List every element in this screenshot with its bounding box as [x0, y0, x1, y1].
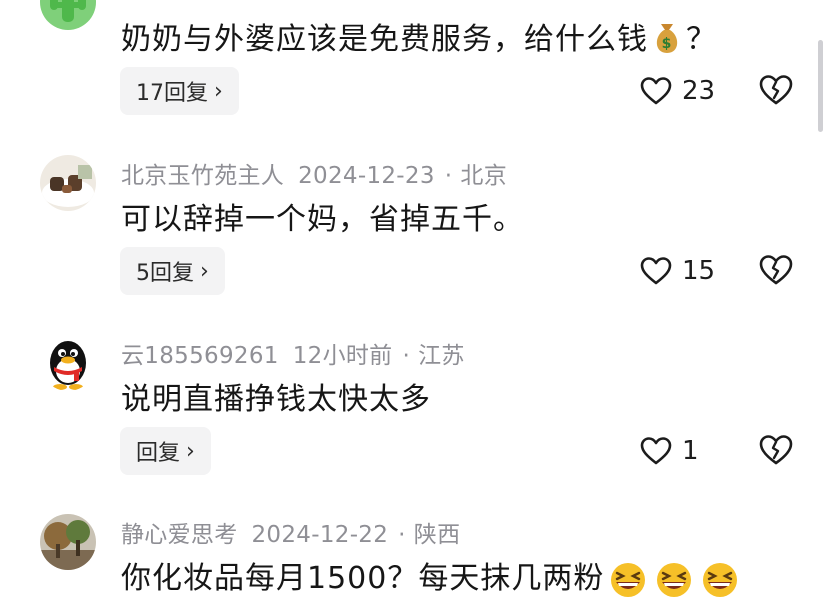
dislike-button[interactable]	[758, 433, 794, 469]
comment-text: 可以辞掉一个妈，省掉五千。	[121, 202, 524, 237]
user-avatar[interactable]	[40, 155, 96, 211]
comment-location: 陕西	[413, 522, 461, 548]
view-replies-button[interactable]: 17回复 ›	[120, 67, 239, 115]
meta-separator: ·	[398, 522, 406, 548]
money-bag-icon: $	[652, 20, 682, 62]
comment-date: 2024-12-23	[298, 163, 435, 189]
broken-heart-icon	[759, 255, 793, 285]
username[interactable]: 静心爱思考	[121, 522, 238, 548]
heart-icon	[640, 257, 672, 285]
like-count: 23	[682, 76, 716, 106]
username[interactable]: 北京玉竹苑主人	[121, 163, 284, 189]
heart-icon	[640, 437, 672, 465]
comment-location: 江苏	[418, 343, 465, 369]
like-button[interactable]: 15	[640, 251, 715, 291]
user-avatar[interactable]	[40, 335, 96, 391]
meta-separator: ·	[444, 163, 453, 189]
chevron-right-icon: ›	[186, 438, 195, 464]
user-avatar[interactable]	[40, 0, 96, 30]
username[interactable]: 云185569261	[121, 343, 279, 369]
like-count: 1	[682, 436, 699, 466]
broken-heart-icon	[759, 435, 793, 465]
view-replies-button[interactable]: 5回复 ›	[120, 247, 225, 295]
dislike-button[interactable]	[758, 253, 794, 289]
comment-date: 2024-12-22	[251, 522, 389, 548]
comment-date: 12小时前	[292, 343, 393, 369]
grinning-squinting-face-icon	[611, 562, 646, 597]
like-button[interactable]: 1	[640, 431, 699, 471]
chevron-right-icon: ›	[214, 78, 223, 104]
comment-meta: 云185569261 12小时前 · 江苏	[121, 336, 479, 370]
dislike-button[interactable]	[758, 73, 794, 109]
reply-label: 回复	[136, 441, 181, 466]
reply-button[interactable]: 回复 ›	[120, 427, 211, 475]
broken-heart-icon	[759, 75, 793, 105]
svg-text:$: $	[662, 36, 673, 52]
chevron-right-icon: ›	[200, 258, 209, 284]
comment-meta: 北京玉竹苑主人 2024-12-23 · 北京	[121, 156, 521, 190]
grinning-squinting-face-icon	[703, 562, 738, 597]
comment-text: 你化妆品每月1500？每天抹几两粉	[121, 553, 740, 598]
like-button[interactable]: 23	[640, 71, 715, 111]
comment-text: 说明直播挣钱太快太多	[121, 382, 431, 417]
comment-text: 奶奶与外婆应该是免费服务，给什么钱 $ ？	[121, 14, 717, 62]
heart-icon	[640, 77, 672, 105]
reply-label: 17回复	[136, 81, 208, 106]
meta-separator: ·	[402, 343, 411, 369]
reply-label: 5回复	[136, 261, 194, 286]
user-avatar[interactable]	[40, 514, 96, 570]
comment-location: 北京	[460, 163, 508, 189]
grinning-squinting-face-icon	[657, 562, 692, 597]
comment-meta: 静心爱思考 2024-12-22 · 陕西	[121, 515, 474, 549]
like-count: 15	[682, 256, 716, 286]
scrollbar[interactable]	[818, 40, 823, 132]
